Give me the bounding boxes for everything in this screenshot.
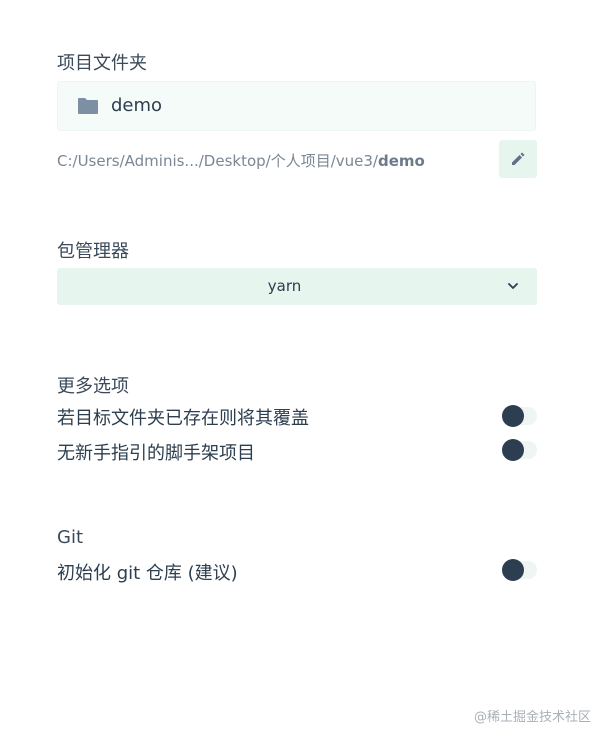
toggle-knob — [502, 405, 524, 427]
edit-path-button[interactable] — [499, 140, 537, 178]
no-guide-toggle[interactable] — [502, 439, 538, 461]
more-options-title: 更多选项 — [57, 376, 129, 397]
git-init-label: 初始化 git 仓库 (建议) — [57, 563, 238, 584]
project-folder-title: 项目文件夹 — [57, 53, 147, 74]
folder-path-current: demo — [377, 152, 425, 170]
no-guide-option-label: 无新手指引的脚手架项目 — [57, 443, 255, 464]
package-manager-title: 包管理器 — [57, 241, 129, 262]
folder-icon — [78, 98, 98, 114]
chevron-down-icon — [508, 283, 518, 289]
folder-path: C:/Users/Adminis.../Desktop/个人项目/vue3/de… — [57, 150, 425, 171]
toggle-knob — [502, 559, 524, 581]
overwrite-toggle[interactable] — [502, 405, 538, 427]
toggle-knob — [502, 439, 524, 461]
watermark: @稀土掘金技术社区 — [474, 710, 592, 725]
folder-name-field[interactable]: demo — [57, 81, 536, 131]
package-manager-value: yarn — [267, 277, 302, 295]
git-title: Git — [57, 527, 84, 548]
overwrite-option-label: 若目标文件夹已存在则将其覆盖 — [57, 408, 309, 429]
folder-path-prefix: C:/Users/Adminis.../Desktop/个人项目/vue3/ — [57, 152, 378, 170]
folder-name: demo — [111, 95, 163, 116]
pencil-icon — [512, 152, 525, 165]
git-init-toggle[interactable] — [502, 559, 538, 581]
package-manager-select[interactable]: yarn — [57, 268, 537, 305]
